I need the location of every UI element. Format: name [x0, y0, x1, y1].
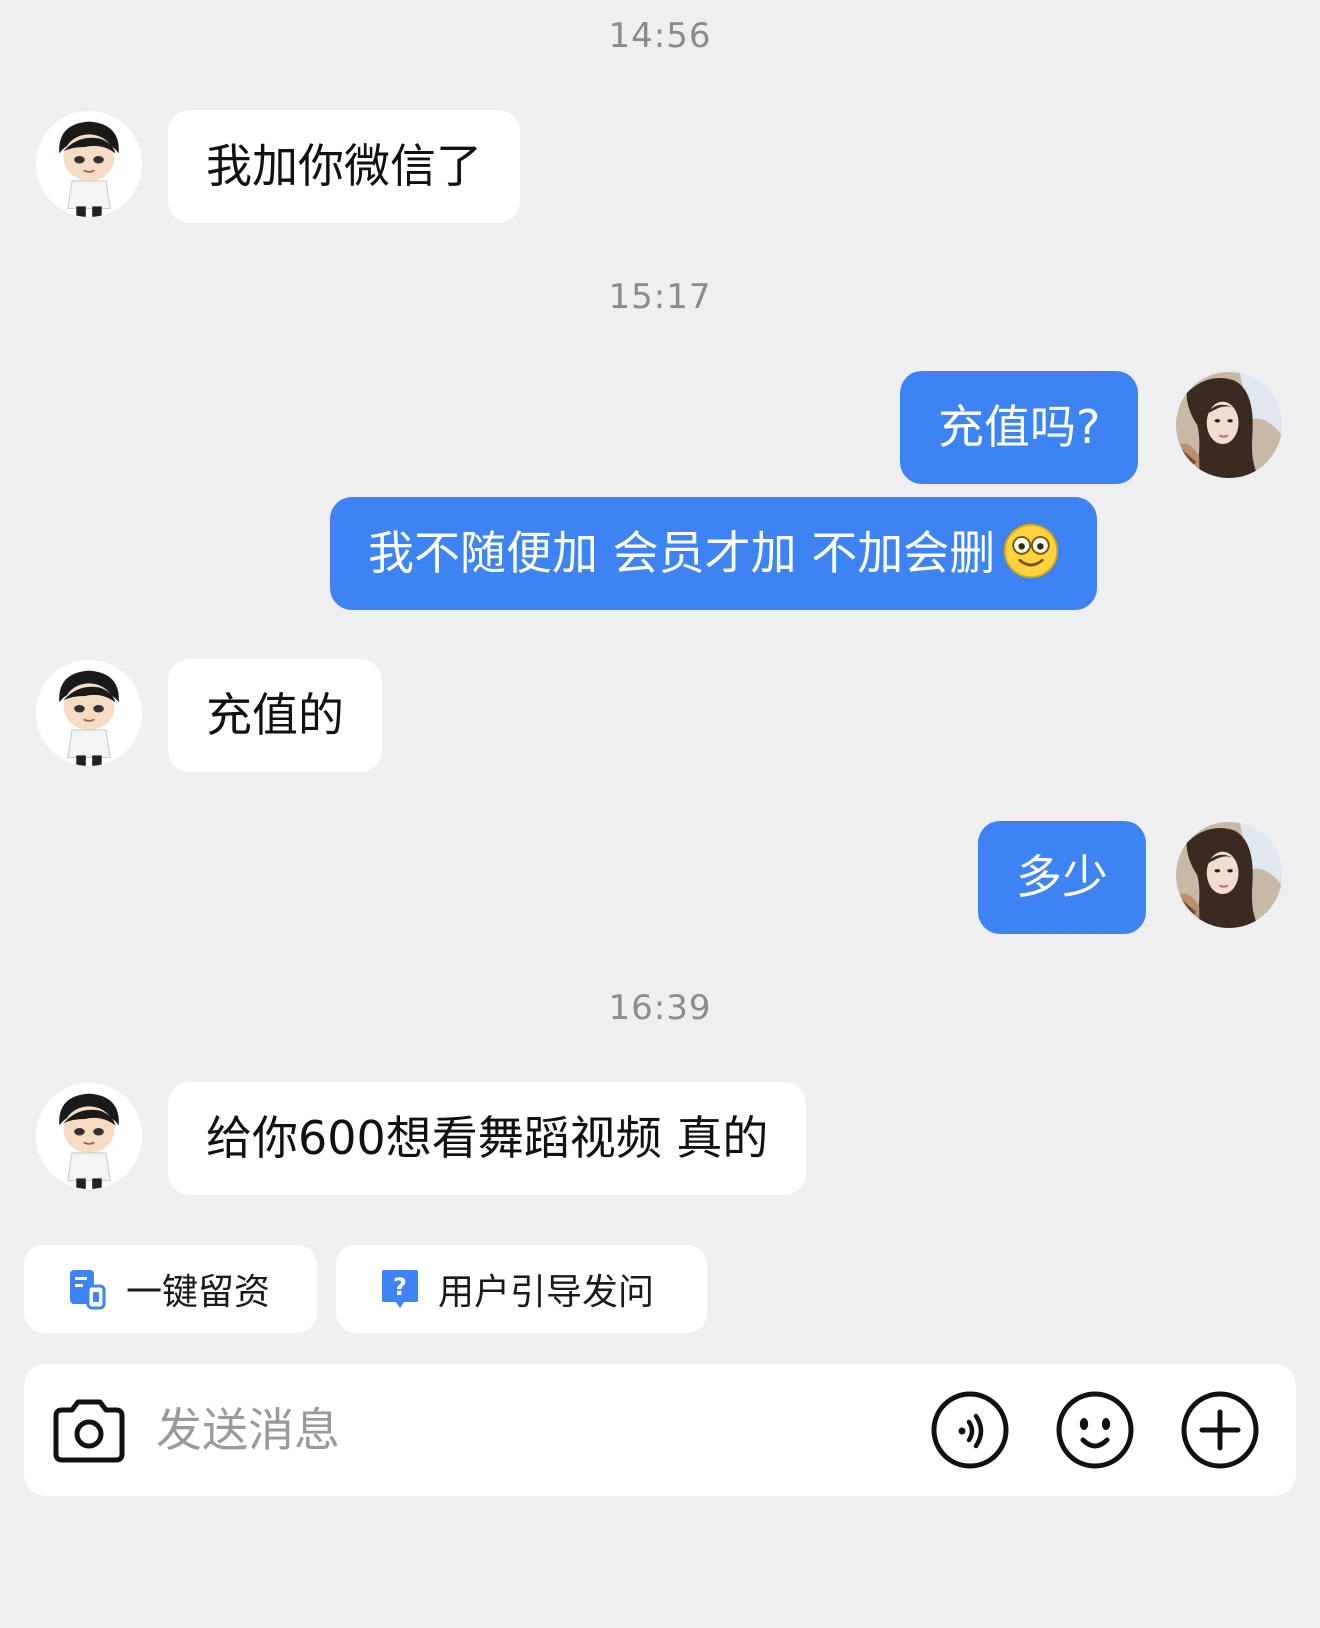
plus-icon[interactable] — [1180, 1390, 1260, 1470]
timestamp: 16:39 — [608, 988, 712, 1028]
quick-action-label: 一键留资 — [126, 1272, 271, 1313]
user-avatar[interactable] — [1176, 372, 1282, 478]
svg-text:?: ? — [393, 1273, 407, 1301]
message-text: 我不随便加 会员才加 不加会删 — [368, 526, 996, 580]
chat-screen: 14:56 我加你微信了 15:17 充值吗? 我不随便加 会员才加 不加会删 … — [0, 0, 1320, 1628]
timestamp: 14:56 — [608, 16, 712, 56]
message-bubble-outgoing[interactable]: 多少 — [978, 821, 1146, 934]
camera-icon[interactable] — [50, 1392, 128, 1468]
user-avatar[interactable] — [1176, 822, 1282, 928]
timestamp: 15:17 — [608, 277, 712, 317]
message-input-bar: 发送消息 — [24, 1364, 1296, 1496]
message-bubble-outgoing[interactable]: 我不随便加 会员才加 不加会删 — [330, 497, 1098, 610]
quick-action-guided-question-button[interactable]: ? 用户引导发问 — [336, 1245, 707, 1333]
message-bubble-outgoing[interactable]: 充值吗? — [900, 371, 1139, 484]
message-bubble-incoming[interactable]: 给你600想看舞蹈视频 真的 — [168, 1082, 807, 1195]
voice-icon[interactable] — [930, 1390, 1010, 1470]
message-input[interactable]: 发送消息 — [156, 1364, 340, 1496]
message-bubble-incoming[interactable]: 充值的 — [168, 659, 382, 772]
message-bubble-incoming[interactable]: 我加你微信了 — [168, 110, 520, 223]
quick-action-label: 用户引导发问 — [438, 1272, 655, 1313]
contact-avatar[interactable] — [36, 660, 142, 766]
grinning-face-emoji — [1003, 523, 1059, 579]
emoji-icon[interactable] — [1055, 1390, 1135, 1470]
contact-avatar[interactable] — [36, 111, 142, 217]
question-icon: ? — [380, 1268, 420, 1310]
quick-action-lead-form-button[interactable]: 一键留资 — [24, 1245, 317, 1333]
contact-avatar[interactable] — [36, 1083, 142, 1189]
form-icon — [68, 1268, 108, 1310]
